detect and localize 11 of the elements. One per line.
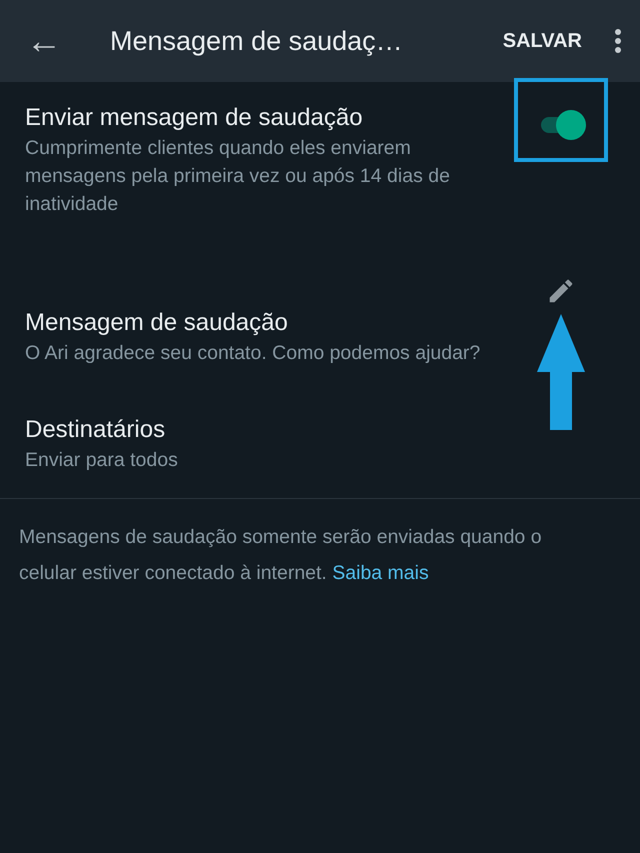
screen-title: Mensagem de saudaç… xyxy=(110,24,404,58)
setting-description: Cumprimente clientes quando eles enviarem mensagens pela primeira vez ou após 14 dias de inatividade xyxy=(25,136,451,217)
setting-description: O Ari agradece seu contato. Como podemos ajudar? xyxy=(25,341,482,366)
setting-title: Destinatários xyxy=(25,415,166,445)
setting-title: Mensagem de saudação xyxy=(25,308,289,338)
back-button[interactable]: ← xyxy=(22,23,66,59)
learn-more-link[interactable]: Saiba mais xyxy=(332,562,429,584)
save-button[interactable]: SALVAR xyxy=(496,22,588,60)
setting-description: Enviar para todos xyxy=(25,448,179,473)
setting-title: Enviar mensagem de saudação xyxy=(25,103,364,133)
info-text: Mensagens de saudação somente serão enviadas quando o celular estiver conectado à internet. Saiba mais xyxy=(18,525,543,586)
